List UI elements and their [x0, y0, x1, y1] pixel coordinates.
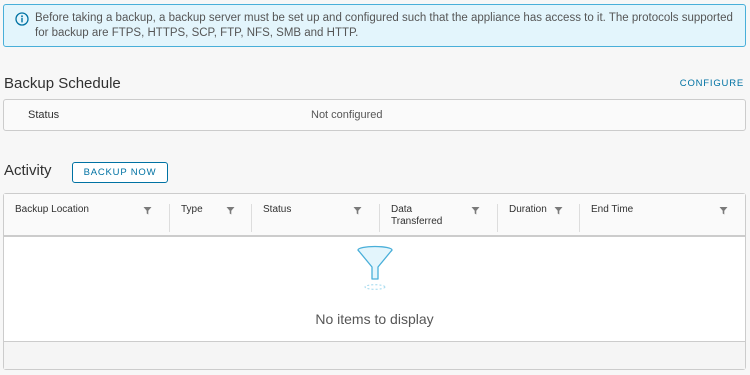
- filter-icon[interactable]: [226, 206, 235, 215]
- column-label: Status: [263, 204, 292, 215]
- column-label: Type: [181, 204, 203, 215]
- status-value: Not configured: [311, 109, 383, 121]
- column-label: End Time: [591, 204, 634, 215]
- backup-schedule-status: Status Not configured: [3, 99, 746, 131]
- column-header-duration[interactable]: Duration: [498, 194, 580, 235]
- filter-icon[interactable]: [719, 206, 728, 215]
- column-header-backup-location[interactable]: Backup Location: [4, 194, 170, 235]
- configure-button[interactable]: CONFIGURE: [680, 78, 744, 89]
- backup-schedule-title: Backup Schedule: [4, 75, 121, 92]
- backup-now-button[interactable]: BACKUP NOW: [72, 162, 168, 183]
- column-header-status[interactable]: Status: [252, 194, 380, 235]
- info-banner: Before taking a backup, a backup server …: [3, 4, 746, 47]
- banner-text: Before taking a backup, a backup server …: [35, 12, 733, 39]
- filter-icon[interactable]: [471, 206, 480, 215]
- info-icon: [15, 12, 29, 26]
- column-header-data-transferred[interactable]: Data Transferred: [380, 194, 498, 235]
- filter-icon[interactable]: [143, 206, 152, 215]
- activity-title: Activity: [4, 162, 52, 179]
- column-label: Duration: [509, 204, 547, 215]
- column-header-type[interactable]: Type: [170, 194, 252, 235]
- datagrid-body: No items to display: [4, 237, 745, 341]
- status-label: Status: [28, 109, 60, 121]
- column-label: Backup Location: [15, 204, 89, 215]
- activity-datagrid: Backup Location Type Status Data Transfe…: [3, 193, 746, 370]
- datagrid-footer: [4, 341, 745, 369]
- datagrid-header: Backup Location Type Status Data Transfe…: [4, 194, 745, 237]
- column-header-end-time[interactable]: End Time: [580, 194, 745, 235]
- funnel-icon: [357, 245, 393, 290]
- empty-state-text: No items to display: [315, 311, 434, 327]
- filter-icon[interactable]: [554, 206, 563, 215]
- filter-icon[interactable]: [353, 206, 362, 215]
- column-label: Data Transferred: [391, 204, 443, 227]
